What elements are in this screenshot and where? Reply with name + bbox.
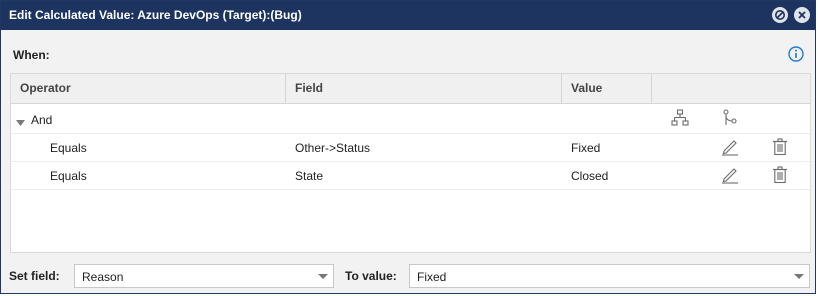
condition-value: Closed: [571, 169, 609, 183]
dialog-titlebar: Edit Calculated Value: Azure DevOps (Tar…: [1, 1, 815, 30]
chevron-down-icon: [794, 274, 804, 279]
column-header-value[interactable]: Value: [562, 74, 652, 103]
set-field-label: Set field:: [9, 269, 60, 283]
to-value-value: Fixed: [417, 270, 447, 284]
to-value-select[interactable]: Fixed: [409, 264, 810, 288]
info-icon[interactable]: [788, 46, 804, 65]
chevron-down-icon: [318, 274, 328, 279]
column-header-operator[interactable]: Operator: [11, 74, 286, 103]
group-operator: And: [31, 113, 53, 127]
condition-field: State: [295, 169, 324, 183]
branch-icon[interactable]: [722, 109, 738, 130]
condition-operator: Equals: [50, 141, 87, 155]
hierarchy-icon[interactable]: [671, 109, 689, 130]
condition-row[interactable]: Equals State Closed: [11, 162, 810, 190]
group-row-and[interactable]: And: [11, 106, 810, 134]
set-field-value: Reason: [82, 270, 124, 284]
pencil-icon[interactable]: [720, 138, 740, 159]
collapse-triangle-icon[interactable]: [16, 116, 25, 130]
condition-operator: Equals: [50, 169, 87, 183]
close-icon[interactable]: [794, 7, 810, 23]
edit-calculated-value-dialog: Edit Calculated Value: Azure DevOps (Tar…: [0, 0, 816, 294]
grid-header: Operator Field Value: [11, 74, 810, 104]
circle-slash-icon[interactable]: [772, 7, 788, 23]
conditions-grid: Operator Field Value And Equals Other->S…: [10, 73, 811, 253]
trash-icon[interactable]: [772, 138, 788, 159]
set-field-select[interactable]: Reason: [74, 264, 334, 288]
pencil-icon[interactable]: [720, 166, 740, 187]
to-value-label: To value:: [345, 269, 397, 283]
trash-icon[interactable]: [772, 166, 788, 187]
condition-value: Fixed: [571, 141, 601, 155]
when-label: When:: [13, 48, 50, 62]
column-header-field[interactable]: Field: [286, 74, 562, 103]
condition-row[interactable]: Equals Other->Status Fixed: [11, 134, 810, 162]
dialog-title: Edit Calculated Value: Azure DevOps (Tar…: [9, 8, 302, 22]
column-header-actions: [652, 74, 810, 103]
condition-field: Other->Status: [295, 141, 371, 155]
set-field-footer: Set field: Reason To value: Fixed: [1, 257, 815, 293]
